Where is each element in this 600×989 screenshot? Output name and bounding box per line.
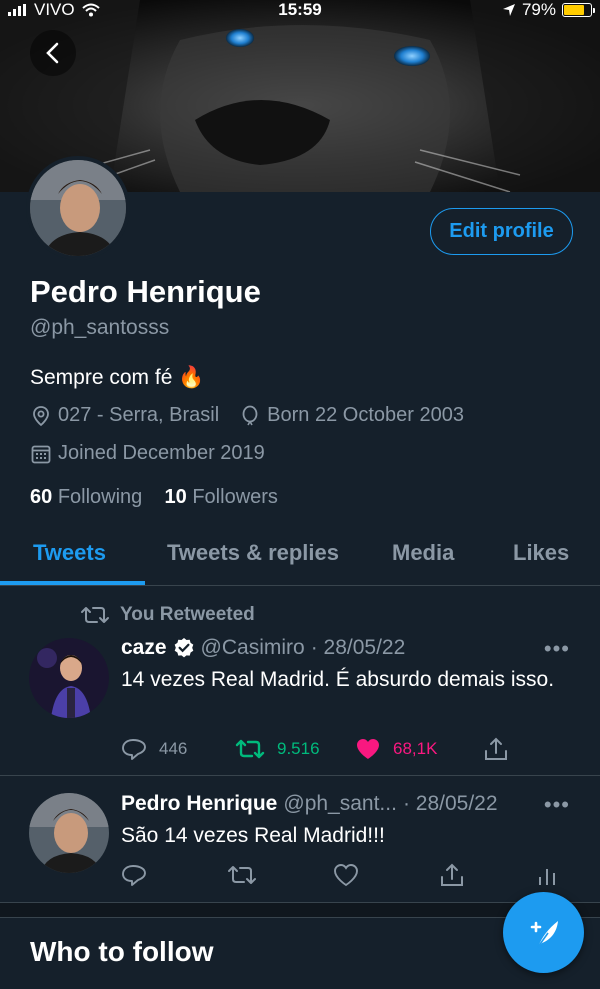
- active-tab-indicator: [0, 581, 145, 585]
- tweet-text: 14 vezes Real Madrid. É absurdo demais i…: [121, 668, 555, 691]
- balloon-icon: [242, 405, 258, 425]
- share-icon: [441, 863, 463, 886]
- reply-count: 446: [159, 739, 188, 758]
- retweet-label: You Retweeted: [120, 604, 255, 625]
- location-pin-icon: [33, 405, 49, 426]
- tweet-text: São 14 vezes Real Madrid!!!: [121, 824, 385, 847]
- calendar-icon: [31, 445, 51, 463]
- tweet-date: · 28/05/22: [402, 792, 498, 815]
- reply-button[interactable]: 446: [121, 737, 235, 761]
- tweet-avatar[interactable]: [29, 793, 109, 873]
- profile-avatar[interactable]: [26, 156, 130, 260]
- like-button[interactable]: [333, 863, 439, 887]
- share-button[interactable]: [483, 736, 509, 762]
- profile-joined-row: Joined December 2019: [30, 442, 265, 465]
- analytics-button[interactable]: [537, 863, 557, 887]
- tweet-actions: [121, 862, 561, 888]
- retweet-icon: [81, 607, 109, 623]
- profile-name: Pedro Henrique: [30, 274, 261, 309]
- analytics-icon: [539, 869, 555, 885]
- tweet-more-button[interactable]: •••: [544, 636, 570, 662]
- edit-profile-button[interactable]: Edit profile: [430, 208, 573, 255]
- chevron-left-icon: [46, 42, 59, 64]
- followers-count: 10: [164, 486, 187, 508]
- follow-stats: 60 Following 10 Followers: [30, 486, 278, 509]
- profile-location: 027 - Serra, Brasil: [58, 404, 220, 426]
- following-label: Following: [57, 486, 143, 508]
- tweet-author-name[interactable]: caze: [121, 636, 167, 660]
- following-count: 60: [30, 486, 53, 508]
- share-icon: [485, 737, 507, 760]
- location-arrow-icon: [502, 4, 515, 16]
- reply-icon: [122, 739, 146, 760]
- profile-birthday: Born 22 October 2003: [267, 404, 464, 426]
- tab-likes[interactable]: Likes: [513, 540, 569, 566]
- tweet-header: Pedro Henrique @ph_sant... · 28/05/22: [121, 792, 498, 816]
- following-link[interactable]: 60 Following: [30, 486, 142, 508]
- followers-link[interactable]: 10 Followers: [165, 486, 278, 508]
- tweet-author-handle: @Casimiro: [200, 636, 305, 659]
- tweet-header: caze @Casimiro · 28/05/22: [121, 636, 405, 660]
- verified-badge-icon: [174, 638, 193, 658]
- back-button[interactable]: [30, 30, 76, 76]
- retweet-icon: [228, 866, 256, 884]
- reply-icon: [122, 865, 146, 886]
- tweet-author-handle: @ph_sant...: [283, 792, 397, 815]
- who-to-follow-heading: Who to follow: [30, 936, 214, 967]
- compose-feather-icon: [530, 920, 558, 947]
- profile-tabs: Tweets Tweets & replies Media Likes: [0, 530, 600, 586]
- avatar-photo: [30, 160, 126, 256]
- profile-handle: @ph_santosss: [30, 316, 170, 339]
- profile-meta-row: 027 - Serra, Brasil Born 22 October 2003: [30, 404, 464, 427]
- tab-tweets[interactable]: Tweets: [33, 540, 106, 566]
- reply-button[interactable]: [121, 863, 227, 887]
- retweet-icon: [235, 739, 265, 759]
- compose-tweet-button[interactable]: [503, 892, 584, 973]
- tweet-actions: 446 9.516 68,1K: [121, 736, 561, 762]
- share-button[interactable]: [439, 862, 537, 888]
- retweet-indicator: You Retweeted: [80, 604, 255, 626]
- tab-media[interactable]: Media: [392, 540, 454, 566]
- tweet-author-name[interactable]: Pedro Henrique: [121, 792, 277, 816]
- tweet-date: · 28/05/22: [310, 636, 406, 659]
- tweet-avatar[interactable]: [29, 638, 109, 718]
- tab-tweets-replies[interactable]: Tweets & replies: [167, 540, 339, 566]
- heart-icon: [334, 864, 358, 887]
- avatar-photo: [29, 793, 109, 873]
- tweet-more-button[interactable]: •••: [544, 792, 570, 818]
- retweet-count: 9.516: [277, 739, 320, 758]
- battery-icon: [562, 3, 595, 17]
- retweet-button[interactable]: [227, 863, 333, 887]
- profile-bio: Sempre com fé 🔥: [30, 366, 205, 389]
- avatar-photo: [29, 638, 109, 718]
- heart-filled-icon: [357, 739, 379, 759]
- like-count: 68,1K: [393, 739, 438, 758]
- battery-percent: 79%: [521, 0, 556, 19]
- profile-joined: Joined December 2019: [58, 442, 265, 464]
- retweet-button[interactable]: 9.516: [235, 737, 355, 761]
- followers-label: Followers: [192, 486, 278, 508]
- status-bar: VIVO 15:59 79%: [0, 0, 600, 20]
- like-button[interactable]: 68,1K: [355, 737, 483, 761]
